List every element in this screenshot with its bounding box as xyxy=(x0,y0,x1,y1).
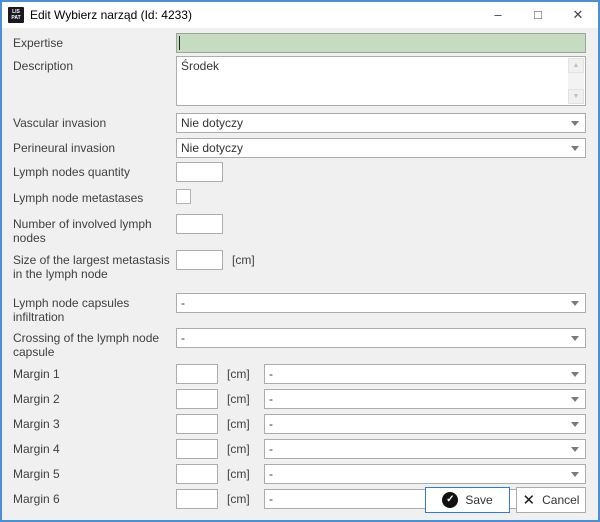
margin-4-row: Margin 4 [cm] - xyxy=(13,439,586,459)
window-title: Edit Wybierz narząd (Id: 4233) xyxy=(30,8,192,22)
margin-4-select[interactable]: - xyxy=(264,439,586,459)
capsule-crossing-value: - xyxy=(181,331,571,345)
chevron-down-icon xyxy=(571,372,579,377)
margin-3-value: - xyxy=(269,417,571,431)
edit-form: Expertise Description Środek ▲ ▼ xyxy=(2,28,598,509)
save-button[interactable]: ✓ Save xyxy=(425,487,510,513)
minimize-button[interactable]: – xyxy=(478,2,518,28)
capsule-crossing-label: Crossing of the lymph node capsule xyxy=(13,328,176,359)
chevron-down-icon xyxy=(571,472,579,477)
capsules-infiltration-row: Lymph node capsules infiltration - xyxy=(13,293,586,324)
margin-2-select[interactable]: - xyxy=(264,389,586,409)
description-textarea[interactable]: Środek ▲ ▼ xyxy=(176,56,586,106)
capsule-crossing-row: Crossing of the lymph node capsule - xyxy=(13,328,586,359)
lymph-node-metastases-label: Lymph node metastases xyxy=(13,188,176,205)
margin-5-label: Margin 5 xyxy=(13,464,176,481)
scroll-up-icon[interactable]: ▲ xyxy=(568,58,584,73)
text-caret xyxy=(179,36,180,50)
margin-2-label: Margin 2 xyxy=(13,389,176,406)
footer-actions: ✓ Save ✕ Cancel xyxy=(425,487,586,513)
largest-metastasis-size-label: Size of the largest metastasis in the ly… xyxy=(13,250,176,281)
perineural-invasion-label: Perineural invasion xyxy=(13,138,176,155)
margin-2-value: - xyxy=(269,392,571,406)
involved-lymph-nodes-row: Number of involved lymph nodes xyxy=(13,214,586,245)
margin-4-value: - xyxy=(269,442,571,456)
cm-unit-label: [cm] xyxy=(218,389,264,406)
margin-1-select[interactable]: - xyxy=(264,364,586,384)
description-text: Środek xyxy=(181,59,219,73)
perineural-invasion-row: Perineural invasion Nie dotyczy xyxy=(13,138,586,158)
lymph-nodes-quantity-row: Lymph nodes quantity xyxy=(13,162,586,182)
lymph-node-metastases-row: Lymph node metastases xyxy=(13,188,586,205)
margin-6-label: Margin 6 xyxy=(13,489,176,506)
chevron-down-icon xyxy=(571,447,579,452)
chevron-down-icon xyxy=(571,422,579,427)
cancel-button-label: Cancel xyxy=(542,493,579,507)
margin-2-row: Margin 2 [cm] - xyxy=(13,389,586,409)
scroll-down-icon[interactable]: ▼ xyxy=(568,89,584,104)
expertise-row: Expertise xyxy=(13,33,586,53)
expertise-label: Expertise xyxy=(13,33,176,50)
textarea-scrollbar[interactable]: ▲ ▼ xyxy=(568,58,584,104)
capsules-infiltration-select[interactable]: - xyxy=(176,293,586,313)
margin-5-select[interactable]: - xyxy=(264,464,586,484)
capsules-infiltration-label: Lymph node capsules infiltration xyxy=(13,293,176,324)
lymph-node-metastases-checkbox[interactable] xyxy=(176,189,191,204)
description-label: Description xyxy=(13,56,176,73)
expertise-input[interactable] xyxy=(176,33,586,53)
cancel-button[interactable]: ✕ Cancel xyxy=(516,487,586,513)
margin-3-label: Margin 3 xyxy=(13,414,176,431)
app-icon: LIS PAT xyxy=(8,7,24,23)
margin-3-row: Margin 3 [cm] - xyxy=(13,414,586,434)
involved-lymph-nodes-input[interactable] xyxy=(176,214,223,234)
margin-1-row: Margin 1 [cm] - xyxy=(13,364,586,384)
margin-4-label: Margin 4 xyxy=(13,439,176,456)
cm-unit-label: [cm] xyxy=(218,414,264,431)
largest-metastasis-size-row: Size of the largest metastasis in the ly… xyxy=(13,250,586,281)
close-button[interactable]: ✕ xyxy=(558,2,598,28)
description-row: Description Środek ▲ ▼ xyxy=(13,56,586,106)
margin-6-size-input[interactable] xyxy=(176,489,218,509)
chevron-down-icon xyxy=(571,336,579,341)
capsule-crossing-select[interactable]: - xyxy=(176,328,586,348)
vascular-invasion-select[interactable]: Nie dotyczy xyxy=(176,113,586,133)
margin-5-value: - xyxy=(269,467,571,481)
maximize-button[interactable]: □ xyxy=(518,2,558,28)
margin-3-size-input[interactable] xyxy=(176,414,218,434)
chevron-down-icon xyxy=(571,397,579,402)
margin-1-value: - xyxy=(269,367,571,381)
margin-5-row: Margin 5 [cm] - xyxy=(13,464,586,484)
lymph-nodes-quantity-input[interactable] xyxy=(176,162,223,182)
margin-4-size-input[interactable] xyxy=(176,439,218,459)
chevron-down-icon xyxy=(571,121,579,126)
perineural-invasion-value: Nie dotyczy xyxy=(181,141,571,155)
chevron-down-icon xyxy=(571,146,579,151)
cm-unit-label: [cm] xyxy=(218,364,264,381)
involved-lymph-nodes-label: Number of involved lymph nodes xyxy=(13,214,176,245)
margin-3-select[interactable]: - xyxy=(264,414,586,434)
dialog-window: LIS PAT Edit Wybierz narząd (Id: 4233) –… xyxy=(0,0,600,522)
app-icon-text-2: PAT xyxy=(8,15,24,21)
x-icon: ✕ xyxy=(523,493,536,508)
vascular-invasion-label: Vascular invasion xyxy=(13,113,176,130)
check-icon: ✓ xyxy=(442,492,458,508)
capsules-infiltration-value: - xyxy=(181,296,571,310)
perineural-invasion-select[interactable]: Nie dotyczy xyxy=(176,138,586,158)
title-bar: LIS PAT Edit Wybierz narząd (Id: 4233) –… xyxy=(2,2,598,28)
vascular-invasion-value: Nie dotyczy xyxy=(181,116,571,130)
cm-unit-label: [cm] xyxy=(218,489,264,506)
cm-unit-label: [cm] xyxy=(218,439,264,456)
margin-1-size-input[interactable] xyxy=(176,364,218,384)
cm-unit-label: [cm] xyxy=(223,250,255,267)
save-button-label: Save xyxy=(465,493,492,507)
chevron-down-icon xyxy=(571,301,579,306)
vascular-invasion-row: Vascular invasion Nie dotyczy xyxy=(13,113,586,133)
margin-2-size-input[interactable] xyxy=(176,389,218,409)
cm-unit-label: [cm] xyxy=(218,464,264,481)
margin-1-label: Margin 1 xyxy=(13,364,176,381)
lymph-nodes-quantity-label: Lymph nodes quantity xyxy=(13,162,176,179)
largest-metastasis-size-input[interactable] xyxy=(176,250,223,270)
margin-5-size-input[interactable] xyxy=(176,464,218,484)
